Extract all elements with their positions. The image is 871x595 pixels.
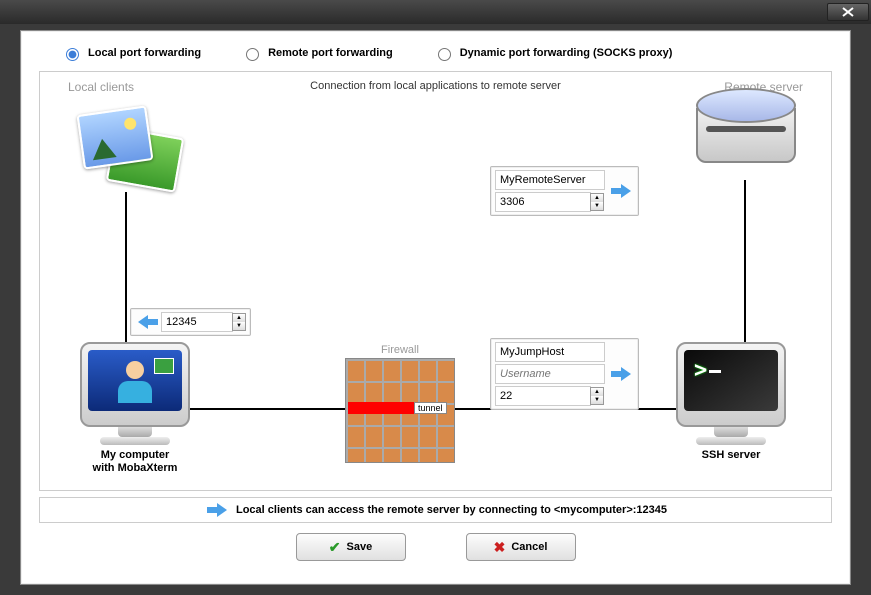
my-computer-icon: My computer with MobaXterm	[70, 342, 200, 475]
local-port-spinner[interactable]: ▲▼	[232, 313, 246, 331]
forwarding-type-radios: Local port forwarding Remote port forwar…	[21, 31, 850, 71]
firewall-label: Firewall	[345, 344, 455, 356]
remote-port-spinner[interactable]: ▲▼	[590, 193, 604, 211]
radio-dynamic-label: Dynamic port forwarding (SOCKS proxy)	[460, 47, 673, 59]
save-button[interactable]: ✔ Save	[296, 533, 406, 561]
tunnel-settings-window: Local port forwarding Remote port forwar…	[0, 0, 871, 595]
ssh-user-input[interactable]	[495, 364, 605, 384]
ssh-server-label-text: SSH server	[661, 449, 801, 462]
remote-server-icon	[691, 88, 801, 178]
help-bar: Local clients can access the remote serv…	[39, 497, 832, 523]
arrow-left-icon	[138, 315, 158, 329]
ssh-port-input[interactable]	[495, 386, 591, 406]
cancel-button[interactable]: ✖ Cancel	[466, 533, 576, 561]
diagram-caption: Connection from local applications to re…	[310, 80, 561, 92]
ssh-host-input[interactable]	[495, 342, 605, 362]
help-text: Local clients can access the remote serv…	[236, 504, 667, 516]
close-button[interactable]	[827, 3, 869, 21]
radio-local-input[interactable]	[66, 48, 79, 61]
my-computer-label-1: My computer	[70, 449, 200, 462]
content-panel: Local port forwarding Remote port forwar…	[20, 30, 851, 585]
check-icon: ✔	[329, 539, 341, 556]
arrow-right-icon-remote	[611, 184, 631, 198]
local-port-input[interactable]	[161, 312, 233, 332]
my-computer-label-2: with MobaXterm	[70, 462, 200, 475]
line-server-to-ssh	[744, 180, 746, 342]
ssh-server-box: ▲▼	[490, 338, 639, 410]
tunnel-label: tunnel	[414, 402, 447, 414]
remote-host-input[interactable]	[495, 170, 605, 190]
button-row: ✔ Save ✖ Cancel	[21, 533, 850, 561]
remote-port-input[interactable]	[495, 192, 591, 212]
radio-local-forwarding[interactable]: Local port forwarding	[61, 45, 201, 61]
local-port-box: ▲▼	[130, 308, 251, 336]
arrow-right-icon-help	[207, 503, 227, 517]
cancel-button-label: Cancel	[511, 541, 547, 553]
radio-remote-label: Remote port forwarding	[268, 47, 393, 59]
ssh-server-icon: > SSH server	[661, 342, 801, 462]
radio-remote-forwarding[interactable]: Remote port forwarding	[241, 45, 393, 61]
radio-dynamic-input[interactable]	[438, 48, 451, 61]
tunnel-red-bar	[348, 402, 418, 414]
radio-dynamic-forwarding[interactable]: Dynamic port forwarding (SOCKS proxy)	[433, 45, 673, 61]
local-clients-icon	[70, 92, 190, 192]
titlebar	[0, 0, 871, 24]
radio-local-label: Local port forwarding	[88, 47, 201, 59]
save-button-label: Save	[347, 541, 373, 553]
x-icon: ✖	[494, 539, 506, 556]
arrow-right-icon-ssh	[611, 367, 631, 381]
radio-remote-input[interactable]	[246, 48, 259, 61]
remote-server-box: ▲▼	[490, 166, 639, 216]
ssh-port-spinner[interactable]: ▲▼	[590, 387, 604, 405]
diagram-area: Local clients Remote server Connection f…	[39, 71, 832, 491]
line-localclients-to-computer	[125, 192, 127, 342]
